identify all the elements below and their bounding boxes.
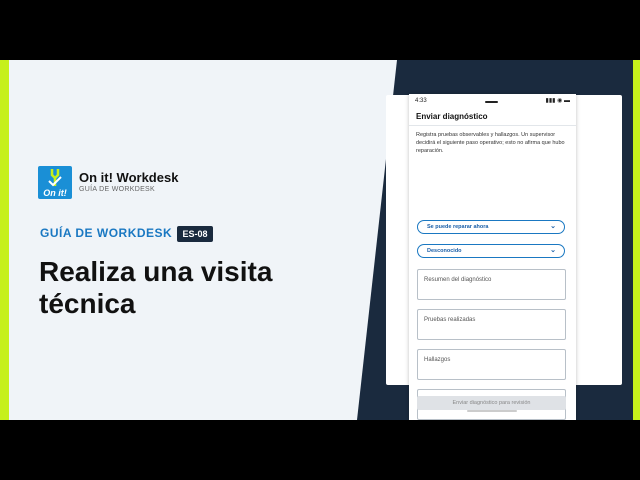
brand-title: On it! Workdesk	[79, 170, 179, 185]
repair-status-select[interactable]: Se puede reparar ahora ⌄	[417, 220, 565, 234]
diagnosis-summary-field[interactable]: Resumen del diagnóstico	[417, 269, 566, 300]
screen-title: Enviar diagnóstico	[416, 112, 488, 121]
cause-select[interactable]: Desconocido ⌄	[417, 244, 565, 258]
tests-performed-field[interactable]: Pruebas realizadas	[417, 309, 566, 340]
status-bar: 4:33 ▮▮▮ ◉ ▬	[409, 94, 576, 108]
chevron-down-icon: ⌄	[550, 247, 556, 254]
phone-screen: 4:33 ▮▮▮ ◉ ▬ Enviar diagnóstico Registra…	[409, 94, 576, 420]
header-divider	[409, 125, 576, 126]
status-time: 4:33	[415, 98, 427, 104]
field-placeholder: Hallazgos	[424, 357, 451, 363]
select-label: Se puede reparar ahora	[427, 224, 489, 230]
status-icons: ▮▮▮ ◉ ▬	[545, 98, 570, 104]
brand-logo: On it!	[38, 166, 72, 199]
next-action-field[interactable]: Siguiente acción recomendada	[417, 389, 566, 420]
page-title: Realiza una visita técnica	[39, 256, 273, 319]
notch-indicator	[485, 101, 498, 103]
chevron-down-icon: ⌄	[550, 223, 556, 230]
intro-text: Registra pruebas observables y hallazgos…	[416, 132, 565, 154]
accent-bar-right	[633, 60, 640, 420]
slide: On it! On it! Workdesk GUÍA DE WORKDESK …	[0, 60, 640, 420]
accent-bar-left	[0, 60, 9, 420]
field-placeholder: Resumen del diagnóstico	[424, 277, 492, 283]
select-label: Desconocido	[427, 248, 462, 254]
guide-label: GUÍA DE WORKDESK	[40, 226, 173, 240]
field-placeholder: Pruebas realizadas	[424, 317, 476, 323]
logo-text: On it!	[43, 188, 67, 198]
brand-subtitle: GUÍA DE WORKDESK	[79, 186, 155, 193]
wrench-check-icon	[48, 169, 62, 187]
findings-field[interactable]: Hallazgos	[417, 349, 566, 380]
guide-code-badge: ES-08	[177, 226, 213, 242]
field-placeholder: Siguiente acción recomendada	[424, 397, 507, 403]
